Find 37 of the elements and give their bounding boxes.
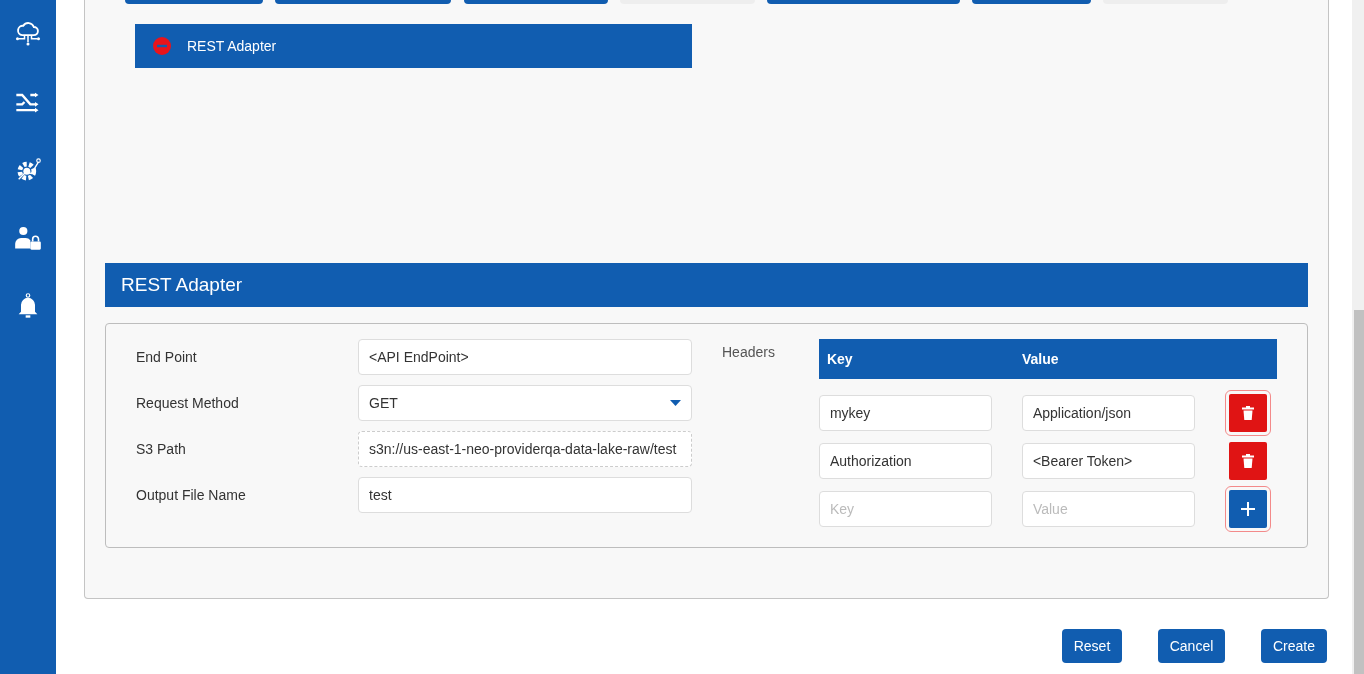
trash-icon <box>1241 406 1254 420</box>
action-button[interactable]: Cancel <box>1158 629 1225 663</box>
adapter-item[interactable]: REST Adapter <box>135 24 692 68</box>
action-button[interactable]: Reset <box>1062 629 1122 663</box>
caret-icon <box>670 400 681 406</box>
input-field[interactable]: Key <box>818 491 992 527</box>
column-header: Key <box>826 349 854 369</box>
input-field[interactable]: Application/json <box>1021 395 1195 431</box>
input-field[interactable]: test <box>358 477 692 513</box>
remove-icon[interactable] <box>153 37 171 55</box>
input-field[interactable]: <API EndPoint> <box>358 339 692 375</box>
user-lock-icon[interactable] <box>14 224 42 252</box>
tab-tile[interactable] <box>125 0 263 4</box>
field-label: S3 Path <box>136 439 187 459</box>
add-button[interactable] <box>1224 486 1271 532</box>
field-label: Output File Name <box>136 485 247 505</box>
tab-tile[interactable] <box>972 0 1091 4</box>
input-field[interactable]: Authorization <box>818 443 992 479</box>
action-button[interactable]: Create <box>1261 629 1327 663</box>
tab-tile[interactable] <box>767 0 960 4</box>
tab-tile[interactable] <box>275 0 451 4</box>
section-title: REST Adapter <box>121 272 243 297</box>
tab-tile[interactable] <box>464 0 608 4</box>
delete-button[interactable] <box>1224 390 1271 436</box>
input-field[interactable]: <Bearer Token> <box>1021 443 1195 479</box>
input-field[interactable]: mykey <box>818 395 992 431</box>
scrollbar[interactable] <box>1352 0 1364 674</box>
method-dropdown[interactable]: GET <box>358 385 692 421</box>
plus-icon <box>1240 502 1255 516</box>
field-label: End Point <box>136 347 198 367</box>
column-header: Value <box>1021 349 1059 369</box>
cloud-network-icon[interactable] <box>14 20 42 48</box>
field-label: Request Method <box>136 393 240 413</box>
input-field[interactable]: Value <box>1021 491 1195 527</box>
input-field[interactable]: s3n://us-east-1-neo-providerqa-data-lake-raw/test <box>358 431 692 467</box>
trash-icon <box>1241 454 1254 468</box>
headers-label: Headers <box>722 344 775 360</box>
